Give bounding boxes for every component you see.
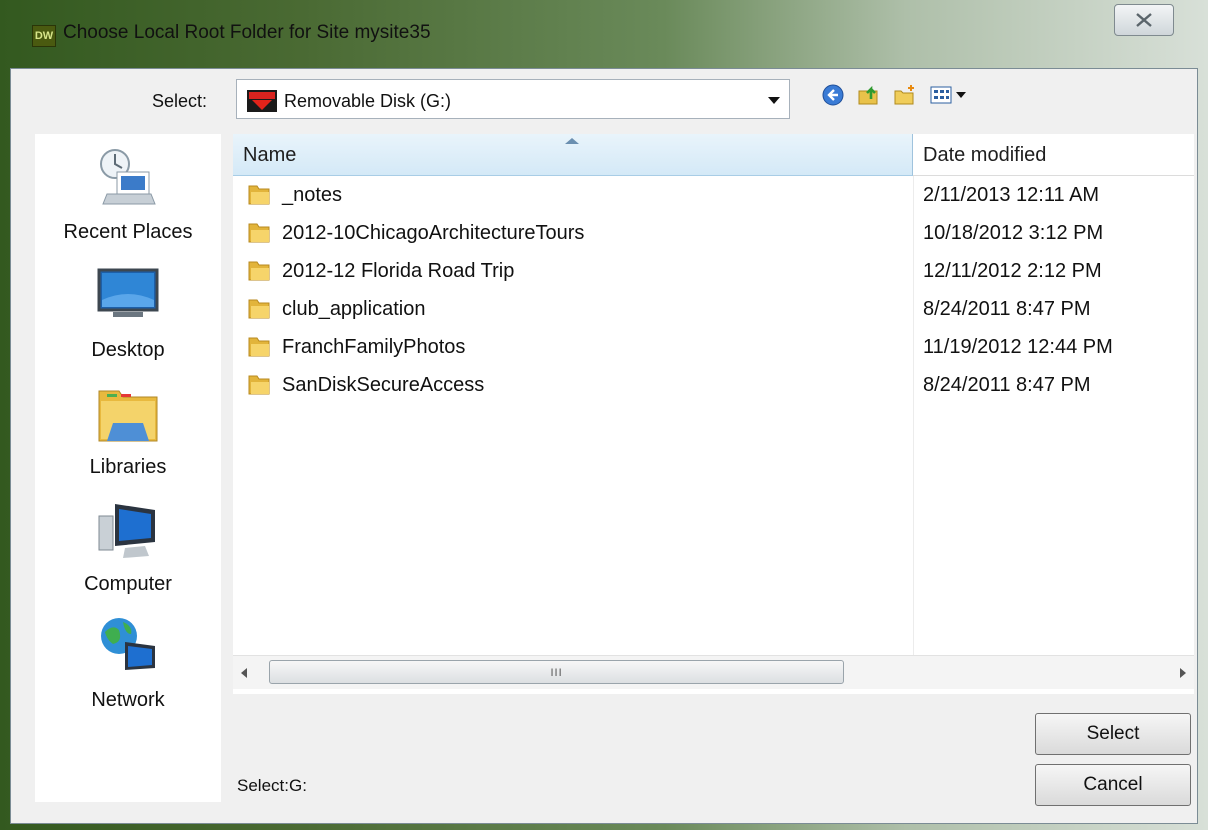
file-name: FranchFamilyPhotos — [282, 336, 466, 358]
cancel-button[interactable]: Cancel — [1035, 764, 1191, 806]
file-row[interactable]: 2012-10ChicagoArchitectureTours 10/18/20… — [233, 214, 1194, 252]
drive-selected-value: Removable Disk (G:) — [284, 91, 452, 111]
folder-icon — [248, 337, 270, 357]
dialog-client-area: Select: Removable Disk (G:) Recent Place… — [10, 68, 1198, 824]
file-date: 8/24/2011 8:47 PM — [923, 374, 1091, 396]
place-label: Recent Places — [63, 221, 193, 243]
place-computer[interactable]: Computer — [35, 496, 221, 596]
file-name: _notes — [282, 184, 343, 206]
selection-status: Select:G: — [237, 776, 307, 795]
view-menu-icon[interactable] — [929, 83, 973, 107]
place-network[interactable]: Network — [35, 612, 221, 712]
file-row[interactable]: FranchFamilyPhotos 11/19/2012 12:44 PM — [233, 328, 1194, 366]
column-header-date-modified[interactable]: Date modified — [913, 134, 1194, 176]
file-date: 8/24/2011 8:47 PM — [923, 298, 1091, 320]
folder-icon — [248, 299, 270, 319]
folder-icon — [248, 375, 270, 395]
network-icon — [101, 618, 155, 670]
title-bar[interactable]: DW Choose Local Root Folder for Site mys… — [0, 0, 1208, 68]
back-icon[interactable] — [821, 83, 845, 107]
file-row[interactable]: _notes 2/11/2013 12:11 AM — [233, 176, 1194, 214]
horizontal-scrollbar[interactable]: III — [233, 655, 1194, 689]
folder-icon — [248, 223, 270, 243]
scrollbar-grip: III — [550, 667, 563, 679]
folder-icon — [248, 261, 270, 281]
desktop-icon — [97, 268, 159, 317]
dialog-title: Choose Local Root Folder for Site mysite… — [63, 22, 431, 43]
file-name: 2012-12 Florida Road Trip — [282, 260, 515, 282]
file-date: 11/19/2012 12:44 PM — [923, 336, 1113, 358]
select-label: Select: — [152, 91, 208, 111]
place-label: Computer — [84, 573, 172, 595]
file-row[interactable]: SanDiskSecureAccess 8/24/2011 8:47 PM — [233, 366, 1194, 404]
close-button[interactable] — [1114, 4, 1174, 36]
select-button[interactable]: Select — [1035, 713, 1191, 755]
folder-icon — [248, 185, 270, 205]
place-label: Network — [91, 689, 165, 711]
computer-icon — [98, 504, 155, 558]
file-name: SanDiskSecureAccess — [282, 374, 485, 396]
look-in-dropdown[interactable]: Removable Disk (G:) — [236, 79, 790, 119]
libraries-icon — [98, 390, 158, 442]
column-header-name-label: Name — [243, 144, 297, 166]
place-label: Libraries — [89, 456, 167, 478]
file-date: 2/11/2013 12:11 AM — [923, 184, 1100, 206]
file-list[interactable]: Name Date modified _notes 2/11/2013 12:1… — [233, 134, 1194, 694]
place-recent-places[interactable]: Recent Places — [35, 144, 221, 244]
place-libraries[interactable]: Libraries — [35, 379, 221, 479]
removable-disk-icon — [247, 90, 277, 112]
file-name: 2012-10ChicagoArchitectureTours — [282, 222, 585, 244]
file-name: club_application — [282, 298, 426, 320]
new-folder-icon[interactable] — [893, 83, 917, 107]
recent-places-icon — [100, 149, 156, 205]
scroll-left-icon[interactable] — [241, 668, 247, 678]
dreamweaver-app-icon: DW — [32, 25, 56, 47]
close-icon — [1136, 13, 1152, 27]
column-header-date-label: Date modified — [923, 144, 1047, 166]
dialog-window: DW Choose Local Root Folder for Site mys… — [0, 0, 1208, 830]
place-desktop[interactable]: Desktop — [35, 262, 221, 362]
up-folder-icon[interactable] — [857, 83, 881, 107]
chevron-down-icon — [768, 97, 780, 104]
file-row[interactable]: club_application 8/24/2011 8:47 PM — [233, 290, 1194, 328]
places-bar: Recent Places Desktop Libraries Computer… — [35, 134, 221, 802]
file-date: 10/18/2012 3:12 PM — [923, 222, 1104, 244]
scroll-right-icon[interactable] — [1180, 668, 1186, 678]
file-row[interactable]: 2012-12 Florida Road Trip 12/11/2012 2:1… — [233, 252, 1194, 290]
file-date: 12/11/2012 2:12 PM — [923, 260, 1102, 282]
scrollbar-thumb[interactable]: III — [269, 660, 844, 684]
sort-ascending-icon — [565, 138, 579, 144]
place-label: Desktop — [91, 339, 165, 361]
